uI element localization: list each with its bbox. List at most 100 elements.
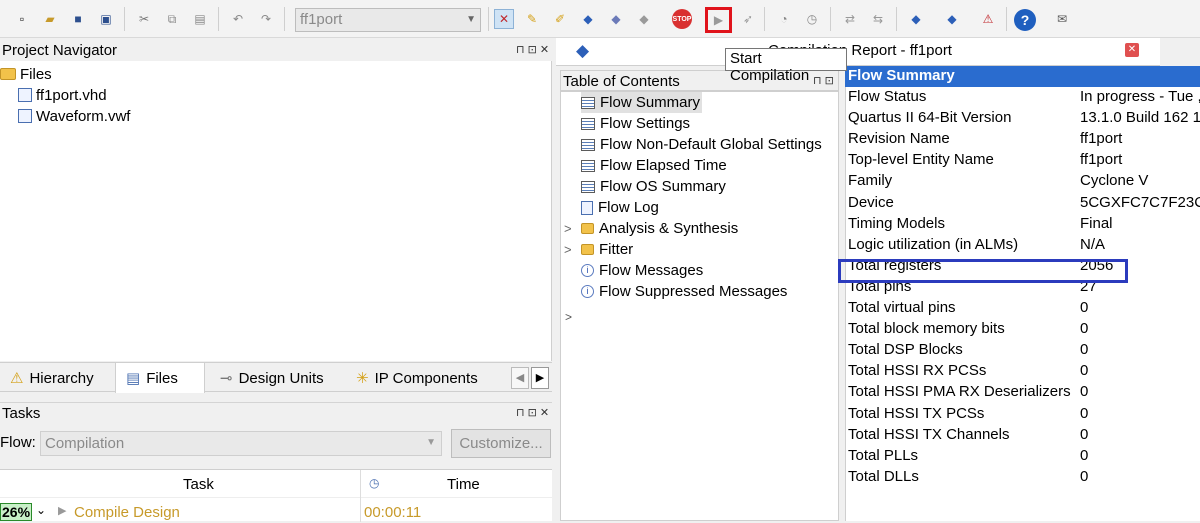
chip-planner-icon[interactable]: ✕ <box>494 9 514 29</box>
report-row-value: 0 <box>1080 467 1089 485</box>
toc-item-flow-settings[interactable]: Flow Settings <box>581 113 690 134</box>
paste-icon[interactable]: ▤ <box>190 9 210 29</box>
timing-icon[interactable]: ◔ <box>774 9 794 29</box>
report-row-key: Timing Models <box>848 214 945 232</box>
flow-select[interactable]: Compilation ▼ <box>40 431 442 456</box>
tab-files-label: Files <box>146 369 178 387</box>
task-table: Task ◷ Time 26% ⌄ ▶ Compile Design 00:00… <box>0 469 552 523</box>
report-row-value: 0 <box>1080 320 1089 338</box>
report-row-value: 0 <box>1080 299 1089 316</box>
tab-ip-components[interactable]: ✳ IP Components <box>346 363 506 393</box>
col-task: Task <box>183 476 214 493</box>
toc-item-flow-log[interactable]: Flow Log <box>581 197 659 218</box>
netlist-viewer-icon[interactable]: ⇆ <box>868 9 888 29</box>
save-all-icon[interactable]: ▣ <box>96 9 116 29</box>
chevron-right-icon[interactable]: > <box>565 310 572 324</box>
project-combo[interactable]: ff1port ▼ <box>295 8 481 32</box>
toc-item-analysis-synthesis[interactable]: Analysis & Synthesis <box>581 218 738 239</box>
tab-ip-components-label: IP Components <box>374 369 478 387</box>
report-row-value: Cyclone V <box>1080 172 1149 190</box>
chevron-right-icon[interactable]: > <box>564 221 572 236</box>
report-row-value: 0 <box>1080 404 1089 422</box>
col-time: Time <box>447 476 480 493</box>
scroll-left-button[interactable]: ◀ <box>511 367 529 389</box>
compile-icon[interactable]: ◆ <box>578 9 598 29</box>
project-navigator-title: Project Navigator ⊓ ⊡ ✕ <box>0 40 552 61</box>
toc-item-suppressed-messages[interactable]: i Flow Suppressed Messages <box>581 281 787 302</box>
new-file-icon[interactable]: ▫ <box>12 9 32 29</box>
chevron-right-icon[interactable]: > <box>564 242 572 257</box>
network-icon[interactable]: ⚠ <box>978 9 998 29</box>
ip-catalog-icon[interactable]: ◆ <box>942 9 962 29</box>
toc-item-flow-summary[interactable]: Flow Summary <box>581 92 703 113</box>
warning-icon: ⚠ <box>10 370 24 387</box>
grid-icon <box>581 180 595 193</box>
table-row[interactable]: 26% ⌄ ▶ Compile Design 00:00:11 <box>0 503 552 523</box>
file-name: ff1port.vhd <box>36 86 107 104</box>
file-item[interactable]: ff1port.vhd <box>18 85 107 105</box>
play-icon: ▶ <box>58 505 67 517</box>
feedback-icon[interactable]: ✉ <box>1052 9 1072 29</box>
chevron-down-icon[interactable]: ⌄ <box>36 503 46 517</box>
open-icon[interactable]: ▰ <box>40 9 60 29</box>
copy-icon[interactable]: ⧉ <box>162 9 182 29</box>
netlist-icon[interactable]: ⇄ <box>840 9 860 29</box>
timer-icon[interactable]: ◷ <box>802 9 822 29</box>
main-toolbar: ▫ ▰ ■ ▣ ✂ ⧉ ▤ ↶ ↷ ff1port ▼ ✕ ✎ ✐ ◆ ◆ ◆ … <box>0 0 1200 38</box>
pin-planner-icon[interactable]: ✎ <box>522 9 542 29</box>
pin-icon[interactable]: ⊓ ⊡ ✕ <box>516 43 549 56</box>
report-window-title-bar: ◆ Compilation Report - ff1port ✕ <box>556 38 1160 66</box>
toc-item-label: Fitter <box>599 241 634 258</box>
customize-button[interactable]: Customize... <box>451 429 551 458</box>
tab-hierarchy-label: Hierarchy <box>29 369 94 387</box>
save-icon[interactable]: ■ <box>68 9 88 29</box>
tasks-title: Tasks ⊓ ⊡ ✕ <box>0 402 552 423</box>
folder-icon <box>581 223 594 234</box>
start-compilation-button[interactable]: ▶ <box>705 7 732 33</box>
grid-icon <box>581 117 595 130</box>
toc-item-fitter[interactable]: Fitter <box>581 239 633 260</box>
task-time: 00:00:11 <box>364 504 422 521</box>
toc-item-elapsed-time[interactable]: Flow Elapsed Time <box>581 155 727 176</box>
report-row-key: Top-level Entity Name <box>848 151 994 169</box>
report-row-key: Flow Status <box>848 88 927 105</box>
undo-icon[interactable]: ↶ <box>228 9 248 29</box>
start-compilation-icon: ▶ <box>713 13 724 27</box>
report-row-key: Quartus II 64-Bit Version <box>848 109 1012 127</box>
report-row-value: 0 <box>1080 362 1089 380</box>
toc-item-flow-messages[interactable]: i Flow Messages <box>581 260 703 281</box>
pin-icon[interactable]: ⊓ ⊡ ✕ <box>516 406 549 419</box>
close-icon[interactable]: ✕ <box>1125 43 1139 57</box>
waveform-file-icon <box>18 109 32 123</box>
toc-item-label: Flow Elapsed Time <box>600 157 727 174</box>
programmer-icon[interactable]: ◆ <box>906 9 926 29</box>
tab-design-units[interactable]: ⊸ Design Units <box>210 363 344 393</box>
report-row-value: 5CGXFC7C7F23C8 <box>1080 193 1200 211</box>
synthesis-icon[interactable]: ◆ <box>634 9 654 29</box>
doc-icon <box>581 200 593 215</box>
scroll-right-button[interactable]: ▶ <box>531 367 549 389</box>
toc-item-os-summary[interactable]: Flow OS Summary <box>581 176 726 197</box>
toc-item-non-default-settings[interactable]: Flow Non-Default Global Settings <box>581 134 822 155</box>
report-row-key: Total HSSI TX Channels <box>848 425 1010 443</box>
analysis-icon[interactable]: ◆ <box>606 9 626 29</box>
file-item[interactable]: Waveform.vwf <box>18 106 130 126</box>
task-name: Compile Design <box>74 504 180 521</box>
tab-hierarchy[interactable]: ⚠ Hierarchy <box>0 363 112 393</box>
redo-icon[interactable]: ↷ <box>256 9 276 29</box>
folder-open-icon <box>0 68 16 80</box>
report-row-key: Total virtual pins <box>848 299 956 316</box>
report-row-value: 0 <box>1080 425 1089 443</box>
pin-icon[interactable]: ⊓ ⊡ <box>813 74 834 87</box>
cut-icon[interactable]: ✂ <box>134 9 154 29</box>
files-root[interactable]: Files <box>0 64 52 84</box>
stop-icon[interactable]: STOP <box>672 9 692 29</box>
report-row-key: Revision Name <box>848 130 950 148</box>
tab-files[interactable]: ▤ Files <box>115 363 205 393</box>
assignment-editor-icon[interactable]: ✐ <box>550 9 570 29</box>
chevron-down-icon: ▼ <box>426 437 436 448</box>
help-icon[interactable]: ? <box>1014 9 1036 31</box>
vhdl-file-icon <box>18 88 32 102</box>
project-combo-value: ff1port <box>300 11 343 28</box>
rtl-icon[interactable]: ➶ <box>738 9 758 29</box>
